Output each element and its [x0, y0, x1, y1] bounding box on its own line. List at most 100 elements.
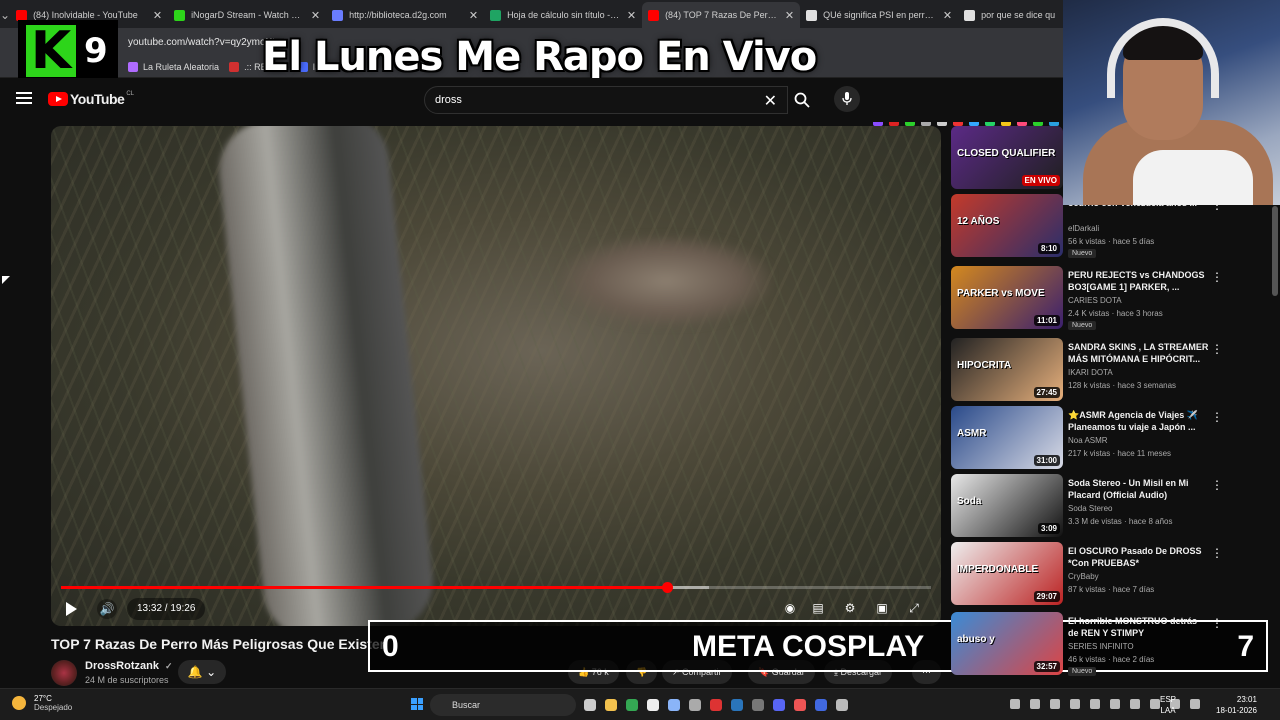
menu-icon[interactable]: [16, 92, 32, 104]
video-thumbnail[interactable]: abuso y 32:57: [951, 612, 1063, 675]
channel-avatar[interactable]: [51, 660, 77, 686]
video-thumbnail[interactable]: Soda 3:09: [951, 474, 1063, 537]
more-options-icon[interactable]: ⋮: [1211, 410, 1223, 424]
chrome-icon[interactable]: [626, 699, 638, 711]
file-explorer-icon[interactable]: [605, 699, 617, 711]
video-thumbnail[interactable]: PARKER vs MOVE 11:01: [951, 266, 1063, 329]
clock[interactable]: 23:01 18-01-2026: [1216, 694, 1257, 716]
recommended-video[interactable]: IMPERDONABLE 29:07 El OSCURO Pasado De DRO…: [951, 542, 1271, 606]
app-icon[interactable]: [710, 699, 722, 711]
tray-icon[interactable]: [1030, 699, 1040, 709]
youtube-logo[interactable]: YouTube CL: [48, 91, 134, 107]
autoplay-toggle-icon[interactable]: ◉: [781, 600, 799, 616]
weather-widget[interactable]: 27°C Despejado: [12, 694, 72, 712]
sidebar-scrollbar[interactable]: [1272, 206, 1278, 296]
scrubber-handle[interactable]: [661, 582, 673, 593]
app-icon[interactable]: [689, 699, 701, 711]
taskbar-search[interactable]: Buscar: [430, 694, 576, 716]
app-icon[interactable]: [647, 699, 659, 711]
app-icon[interactable]: [794, 699, 806, 711]
close-tab-icon[interactable]: ✕: [785, 9, 794, 22]
voice-search-button[interactable]: [834, 86, 860, 112]
clear-search-icon[interactable]: ✕: [764, 91, 777, 111]
app-icon[interactable]: [815, 699, 827, 711]
close-tab-icon[interactable]: ✕: [627, 9, 636, 22]
settings-icon[interactable]: ⚙: [841, 600, 859, 616]
close-tab-icon[interactable]: ✕: [311, 9, 320, 22]
more-options-icon[interactable]: ⋮: [1211, 270, 1223, 284]
browser-tab[interactable]: (84) TOP 7 Razas De Perro M ✕: [642, 2, 801, 28]
progress-bar[interactable]: [61, 582, 931, 593]
tray-icon[interactable]: [1130, 699, 1140, 709]
search-button[interactable]: [786, 86, 818, 114]
video-thumbnail[interactable]: IMPERDONABLE 29:07: [951, 542, 1063, 605]
recommended-video[interactable]: abuso y 32:57 El horrible MONSTRUO detrás …: [951, 612, 1271, 676]
recommended-video-title[interactable]: El OSCURO Pasado De DROSS *Con PRUEBAS*: [1068, 545, 1210, 569]
recommended-video-title[interactable]: El horrible MONSTRUO detrás de REN Y STI…: [1068, 615, 1210, 639]
steam-icon[interactable]: [752, 699, 764, 711]
browser-tab[interactable]: http://biblioteca.d2g.com ✕: [326, 2, 484, 28]
more-options-icon[interactable]: ⋮: [1211, 546, 1223, 560]
more-options-icon[interactable]: ⋮: [1211, 616, 1223, 630]
notification-bell-button[interactable]: 🔔 ⌄: [178, 660, 226, 684]
recommended-video-channel[interactable]: Noa ASMR: [1068, 436, 1108, 445]
taskbar-search-placeholder[interactable]: Buscar: [452, 700, 480, 710]
tray-icon[interactable]: [1190, 699, 1200, 709]
tab-search-icon[interactable]: ⌄: [0, 2, 10, 28]
video-thumbnail[interactable]: 12 AÑOS 8:10: [951, 194, 1063, 257]
volume-icon[interactable]: 🔊: [97, 599, 117, 619]
video-thumbnail[interactable]: CLOSED QUALIFIER EN VIVO: [951, 126, 1063, 189]
close-tab-icon[interactable]: ✕: [943, 9, 952, 22]
tray-icon[interactable]: [1070, 699, 1080, 709]
captions-icon[interactable]: ▤: [809, 600, 827, 616]
bookmark-item[interactable]: La Ruleta Aleatoria: [128, 61, 219, 72]
video-player[interactable]: 🔊 13:32 / 19:26 ◉ ▤ ⚙ ▣ ⤢: [51, 126, 941, 626]
bookmark-label[interactable]: La Ruleta Aleatoria: [143, 62, 219, 72]
search-input[interactable]: dross ✕: [424, 86, 788, 114]
recommended-video[interactable]: Soda 3:09 Soda Stereo - Un Misil en Mi Pla…: [951, 474, 1271, 538]
play-icon[interactable]: [66, 602, 77, 616]
recommended-video[interactable]: ASMR 31:00 ⭐ASMR Agencia de Viajes ✈️ Plan…: [951, 406, 1271, 470]
recommended-video[interactable]: PARKER vs MOVE 11:01 PERU REJECTS vs CHAND…: [951, 266, 1271, 330]
discord-icon[interactable]: [773, 699, 785, 711]
tab-title[interactable]: Hoja de cálculo sin título - Hoja: [507, 10, 621, 20]
more-options-icon[interactable]: ⋮: [1211, 342, 1223, 356]
url-text[interactable]: youtube.com/watch?v=qy2ymoKt: [128, 37, 275, 48]
recommended-video[interactable]: HIPOCRITA 27:45 SANDRA SKINS , LA STREAMER…: [951, 338, 1271, 402]
recommended-video-title[interactable]: Soda Stereo - Un Misil en Mi Placard (Of…: [1068, 477, 1210, 501]
tray-icon[interactable]: [1050, 699, 1060, 709]
browser-tab[interactable]: iNogarD Stream - Watch Live o ✕: [168, 2, 326, 28]
fullscreen-icon[interactable]: ⤢: [905, 600, 923, 616]
video-thumbnail[interactable]: HIPOCRITA 27:45: [951, 338, 1063, 401]
tab-title[interactable]: (84) Inolvidable - YouTube: [33, 10, 147, 20]
search-value[interactable]: dross: [435, 94, 462, 106]
app-icon[interactable]: [731, 699, 743, 711]
recommended-video-channel[interactable]: CryBaby: [1068, 572, 1099, 581]
close-tab-icon[interactable]: ✕: [469, 9, 478, 22]
language-indicator[interactable]: ESP LAA: [1160, 694, 1176, 716]
recommended-video-channel[interactable]: IKARI DOTA: [1068, 368, 1113, 377]
task-view-icon[interactable]: [584, 699, 596, 711]
miniplayer-icon[interactable]: ▣: [873, 600, 891, 616]
video-thumbnail[interactable]: ASMR 31:00: [951, 406, 1063, 469]
recommended-video-channel[interactable]: elDarkali: [1068, 224, 1099, 233]
tab-title[interactable]: http://biblioteca.d2g.com: [349, 10, 463, 20]
channel-name[interactable]: DrossRotzank ✓: [85, 660, 173, 672]
recommended-video-channel[interactable]: Soda Stereo: [1068, 504, 1112, 513]
recommended-video-channel[interactable]: CARIES DOTA: [1068, 296, 1122, 305]
tab-title[interactable]: (84) TOP 7 Razas De Perro M: [665, 10, 779, 20]
tray-icon[interactable]: [1150, 699, 1160, 709]
tray-icon[interactable]: [1090, 699, 1100, 709]
app-icon[interactable]: [668, 699, 680, 711]
recommended-video-title[interactable]: ⭐ASMR Agencia de Viajes ✈️ Planeamos tu …: [1068, 409, 1210, 433]
tray-icon[interactable]: [1010, 699, 1020, 709]
channel-name-text[interactable]: DrossRotzank: [85, 660, 159, 672]
more-options-icon[interactable]: ⋮: [1211, 478, 1223, 492]
close-tab-icon[interactable]: ✕: [153, 9, 162, 22]
windows-start-icon[interactable]: [411, 698, 423, 710]
tab-title[interactable]: QUé significa PSI en perros - Bu: [823, 10, 937, 20]
app-icon[interactable]: [836, 699, 848, 711]
recommended-video-channel[interactable]: SERIES INFINITO: [1068, 642, 1134, 651]
browser-tab[interactable]: QUé significa PSI en perros - Bu ✕: [800, 2, 958, 28]
tab-title[interactable]: iNogarD Stream - Watch Live o: [191, 10, 305, 20]
